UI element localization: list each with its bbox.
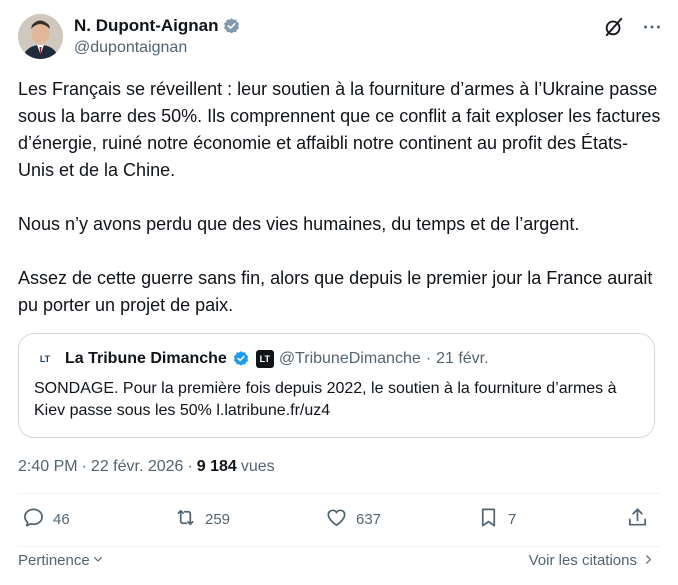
tweet-time[interactable]: 2:40 PM	[18, 458, 78, 476]
tweet-header: N. Dupont-Aignan @dupontaignan	[18, 14, 663, 62]
more-icon[interactable]	[641, 16, 663, 38]
repost-count: 259	[205, 511, 231, 528]
action-bar: 46 259 637 7	[18, 506, 658, 546]
affiliate-badge: LT	[255, 350, 274, 368]
author-handle[interactable]: @dupontaignan	[74, 39, 241, 57]
divider	[18, 493, 660, 494]
bookmark-icon	[477, 506, 500, 533]
reply-button[interactable]: 46	[22, 506, 70, 533]
view-quotes-label: Voir les citations	[528, 552, 637, 569]
tweet-meta: 2:40 PM · 22 févr. 2026 · 9 184 vues	[18, 458, 275, 476]
views-count: 9 184	[196, 458, 237, 475]
views-label: vues	[240, 458, 275, 475]
repost-icon	[174, 506, 197, 533]
quote-author-name[interactable]: La Tribune Dimanche	[65, 350, 227, 368]
quoted-tweet-card[interactable]: LT La Tribune Dimanche LT @TribuneDimanc…	[18, 333, 655, 438]
bookmark-button[interactable]: 7	[477, 506, 516, 533]
replies-footer: Pertinence Voir les citations	[18, 552, 658, 572]
heart-icon	[325, 506, 348, 533]
author-display-name[interactable]: N. Dupont-Aignan	[74, 16, 218, 36]
separator-dot: ·	[187, 458, 193, 475]
quote-text: SONDAGE. Pour la première fois depuis 20…	[34, 380, 617, 419]
like-count: 637	[356, 511, 382, 528]
like-button[interactable]: 637	[325, 506, 381, 533]
separator-dot: ·	[425, 350, 432, 367]
view-quotes-link[interactable]: Voir les citations	[529, 552, 654, 569]
reply-count: 46	[53, 511, 70, 528]
divider	[18, 546, 660, 547]
share-icon	[626, 506, 649, 533]
grok-icon[interactable]	[603, 16, 625, 38]
verified-badge-icon	[232, 350, 251, 369]
reply-icon	[22, 506, 45, 533]
tweet-text: Les Français se réveillent : leur soutie…	[18, 76, 663, 319]
share-button[interactable]	[626, 506, 649, 533]
sort-dropdown[interactable]: Pertinence	[18, 552, 104, 569]
verified-badge-icon[interactable]	[222, 17, 241, 36]
chevron-right-icon	[643, 552, 654, 569]
avatar[interactable]	[18, 14, 63, 59]
quote-author-handle[interactable]: @TribuneDimanche	[279, 350, 421, 368]
avatar-image	[18, 14, 63, 59]
chevron-down-icon	[92, 552, 104, 569]
sort-label: Pertinence	[18, 552, 90, 569]
quote-date[interactable]: 21 févr.	[436, 350, 488, 368]
separator-dot: ·	[81, 458, 87, 475]
repost-button[interactable]: 259	[174, 506, 230, 533]
tweet-date[interactable]: 22 févr. 2026	[91, 458, 184, 476]
tweet-paragraph: Assez de cette guerre sans fin, alors qu…	[18, 268, 653, 315]
tweet-paragraph: Les Français se réveillent : leur soutie…	[18, 79, 661, 180]
tweet-paragraph: Nous n’y avons perdu que des vies humain…	[18, 214, 580, 234]
quote-source-logo: LT	[39, 354, 51, 364]
bookmark-count: 7	[508, 511, 517, 528]
